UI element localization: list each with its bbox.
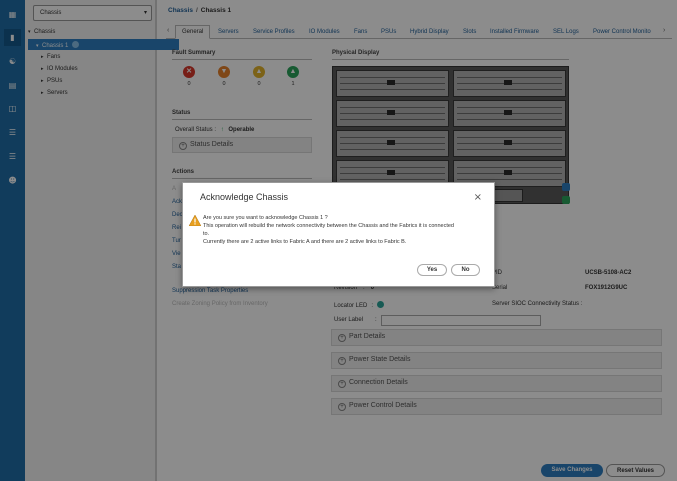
yes-button[interactable]: Yes	[417, 264, 447, 276]
close-icon[interactable]: ×	[474, 192, 482, 203]
warning-icon	[188, 214, 202, 228]
dialog-message-line-4: Currently there are 2 active links to Fa…	[203, 239, 407, 245]
dialog-message-line-2: This operation will rebuild the network …	[203, 223, 454, 229]
dialog-title: Acknowledge Chassis	[200, 192, 289, 202]
no-button[interactable]: No	[451, 264, 480, 276]
dialog-message-line-1: Are you sure you want to acknowledge Cha…	[203, 215, 328, 221]
acknowledge-chassis-dialog: Acknowledge Chassis × Are you sure you w…	[182, 182, 495, 287]
dialog-message-line-3: to.	[203, 231, 210, 237]
